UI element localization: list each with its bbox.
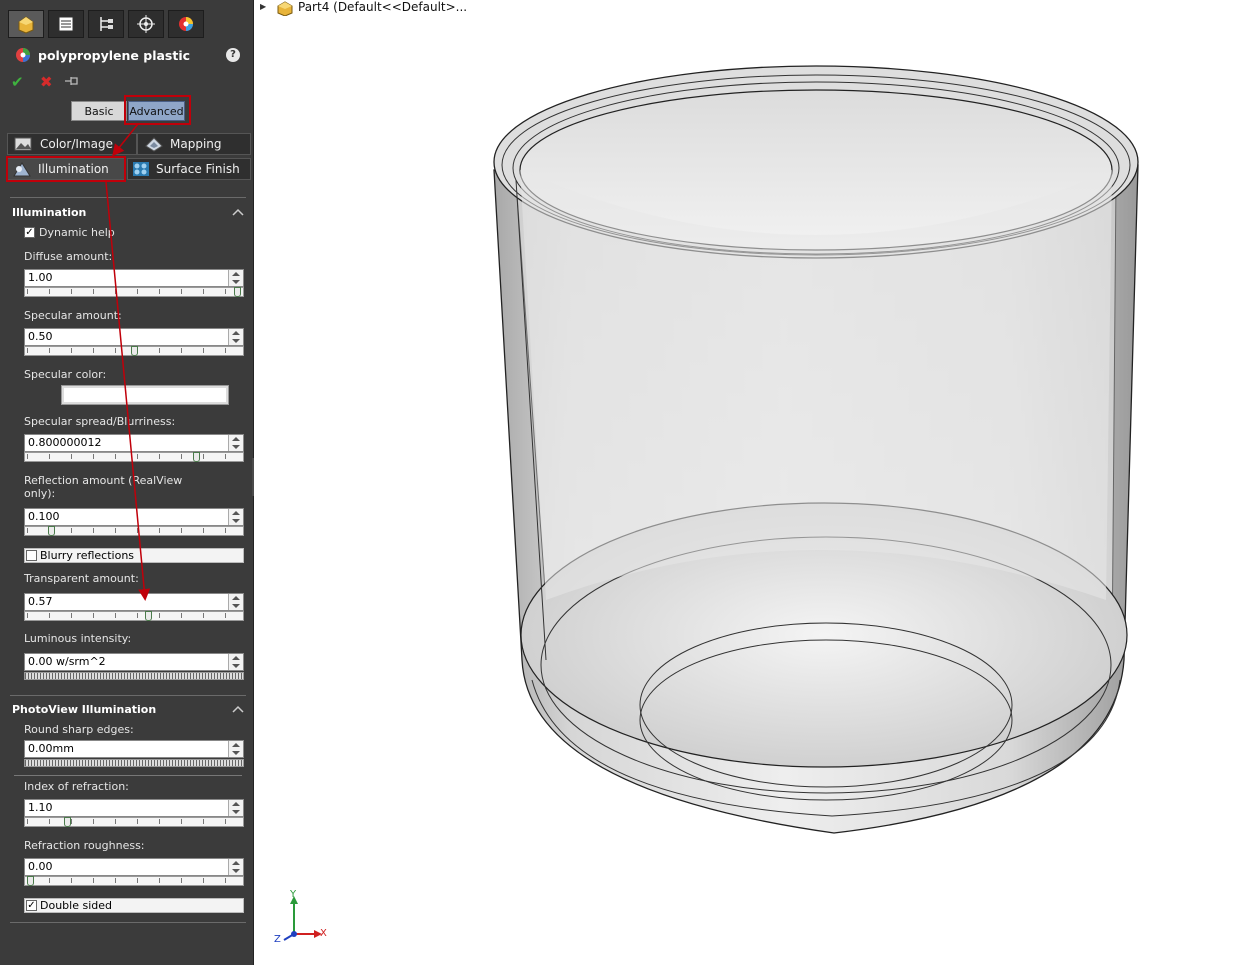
axis-z-label: Z: [274, 934, 281, 945]
axis-x-label: X: [320, 928, 327, 939]
axis-y-label: Y: [290, 889, 297, 900]
axis-triad: [283, 896, 322, 941]
graphics-area[interactable]: ▶ Part4 (Default<<Default>... Y X Z: [254, 0, 1238, 965]
cup-model[interactable]: [254, 0, 1238, 965]
annotation-arrows: [105, 123, 151, 601]
property-manager-panel: polypropylene plastic ? ✔ ✖ Basic Advanc…: [0, 0, 254, 965]
